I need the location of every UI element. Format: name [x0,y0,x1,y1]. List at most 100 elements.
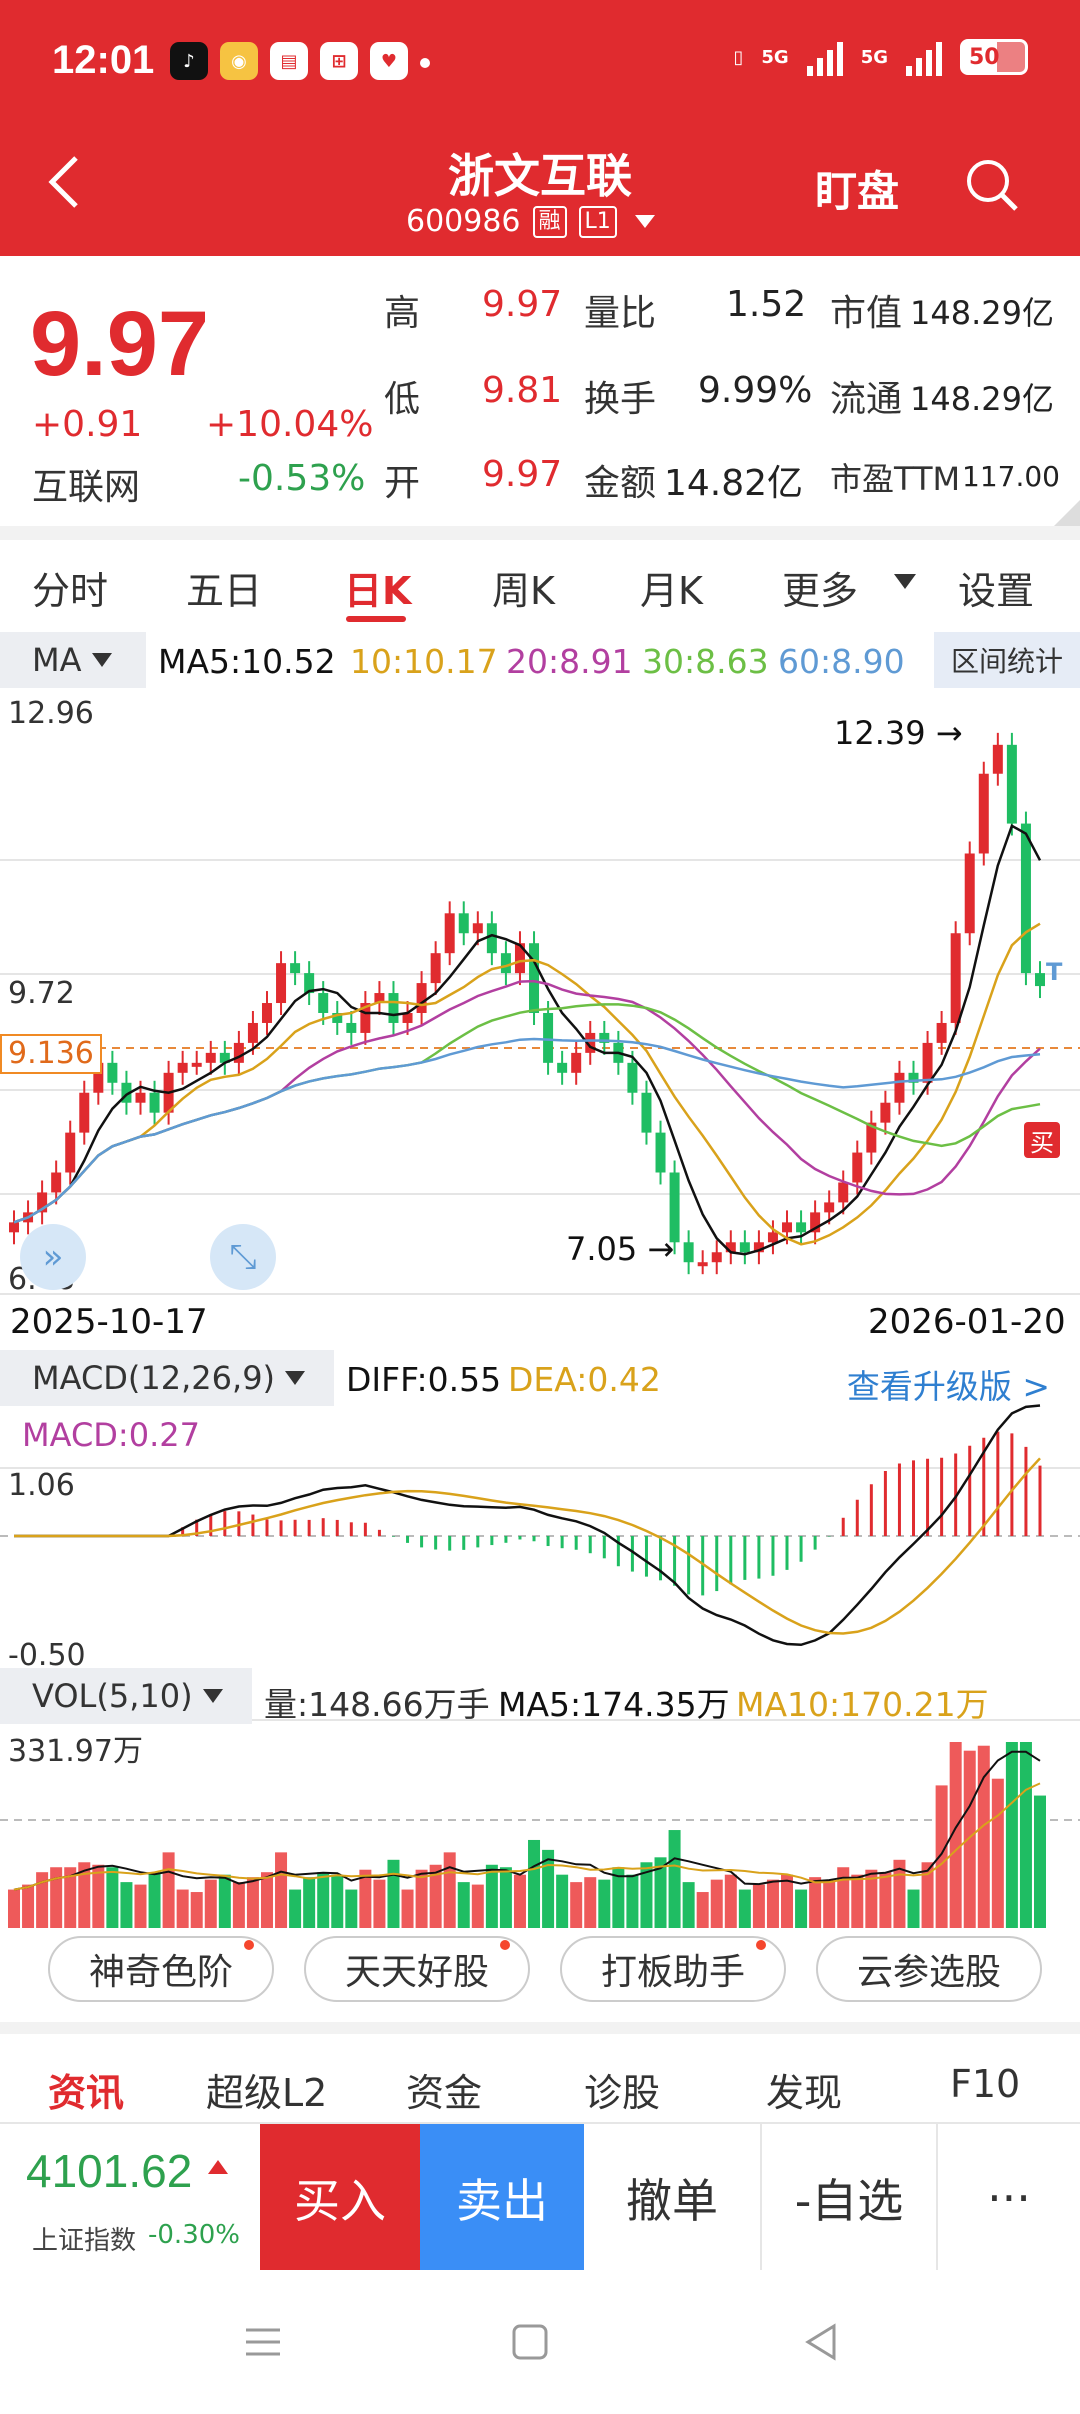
volume-y-top: 331.97万 [8,1734,143,1769]
candle-body [992,744,1003,774]
sector-name[interactable]: 互联网 [32,458,140,510]
tab-super-l2[interactable]: 超级L2 [206,2062,327,2117]
tab-monthly-k[interactable]: 月K [640,560,703,615]
tab-diagnosis[interactable]: 诊股 [584,2062,660,2117]
macd-selector[interactable]: MACD(12,26,9) [0,1350,334,1406]
cancel-order-button[interactable]: 撤单 [584,2124,762,2272]
volume-bar [471,1884,484,1928]
volume-bar [120,1882,133,1928]
chip-label: 神奇色阶 [88,1952,233,1993]
volume-bar [598,1879,611,1928]
expand-icon[interactable]: ⤡ [210,1224,276,1290]
tab-funds[interactable]: 资金 [406,2062,482,2117]
volume-bar [907,1889,920,1928]
volume-legend: VOL(5,10) 量:148.66万手 MA5:174.35万 MA10:17… [0,1668,1080,1724]
volume-bar [246,1877,259,1928]
system-nav-bar [0,2270,1080,2414]
tab-discover[interactable]: 发现 [766,2062,842,2117]
stat-label: 高 [384,293,421,334]
volume-bar [766,1879,779,1928]
tab-five-day[interactable]: 五日 [186,560,262,615]
volume-bar [8,1889,20,1928]
volume-bar [584,1877,597,1928]
ma20-value: 20:8.91 [506,642,633,681]
chip-color-scale[interactable]: 神奇色阶 [48,1936,274,2002]
stat-value: 1.52 [726,284,807,325]
tab-weekly-k[interactable]: 周K [492,560,555,615]
tab-intraday[interactable]: 分时 [32,560,108,615]
chevron-down-icon[interactable] [894,574,916,589]
candle-body [9,1222,19,1233]
tab-more[interactable]: 更多 [782,560,858,615]
volume-bar [668,1830,681,1928]
ma-selector[interactable]: MA [0,632,146,688]
date-end: 2026-01-20 [868,1302,1066,1342]
chip-label: 打板助手 [600,1952,745,1993]
chip-label: 天天好股 [344,1952,489,1993]
double-chevron-icon[interactable]: » [20,1224,86,1290]
system-icons: ▯ 5G 5G 50 [733,38,1028,76]
red-dot-icon [500,1940,510,1950]
last-price: 9.97 [30,293,210,395]
volume-selector[interactable]: VOL(5,10) [0,1668,252,1724]
battery-icon: 50 [960,39,1028,75]
tiktok-icon: ♪ [170,42,208,80]
active-tab-indicator [346,616,406,622]
volume-bar [218,1874,231,1928]
dea-value: DEA:0.42 [508,1360,661,1399]
stock-code-row[interactable]: 600986 融 L1 [406,204,655,239]
volume-bar [682,1882,695,1928]
candle-body [205,1052,216,1063]
candle-body [767,1232,778,1243]
volume-bar [232,1882,245,1928]
level-tag: L1 [578,205,617,238]
tab-settings[interactable]: 设置 [958,560,1034,615]
stat-label: 流通 [830,379,903,420]
chevron-down-icon[interactable] [634,215,655,228]
remove-watchlist-button[interactable]: -自选 [762,2124,938,2272]
kline-chart[interactable]: 12.96 9.72 6.48 9.136 12.39 → 7.05 → T 买… [0,688,1080,1928]
volume-bar [963,1750,976,1928]
volume-bar [781,1874,794,1928]
candle-body [978,773,989,854]
volume-bar [190,1892,203,1928]
tab-news[interactable]: 资讯 [48,2062,124,2117]
tab-f10[interactable]: F10 [950,2062,1020,2106]
buy-button[interactable]: 买入 [260,2124,420,2272]
tab-daily-k[interactable]: 日K [344,560,411,615]
chip-limit-up-helper[interactable]: 打板助手 [560,1936,786,2002]
index-change-pct: -0.30% [148,2220,240,2250]
volume-bar [148,1872,161,1928]
candle-body [683,1242,694,1263]
home-icon[interactable] [512,2324,548,2360]
candle-body [1006,744,1017,824]
watch-button[interactable]: 盯盘 [815,158,899,219]
more-button[interactable]: ··· [938,2124,1080,2272]
range-stat-button[interactable]: 区间统计 [934,632,1080,688]
expand-corner-icon[interactable] [1054,500,1080,526]
stat-label: 金额 [584,463,657,504]
candle-body [824,1202,835,1213]
candle-body [739,1242,750,1253]
chip-cloud-picker[interactable]: 云参选股 [816,1936,1042,2002]
red-dot-icon [756,1940,766,1950]
stat-label: 市盈TTM [830,460,961,498]
tool-chips: 神奇色阶 天天好股 打板助手 云参选股 [0,1930,1080,2020]
search-icon[interactable] [962,155,1022,215]
candle-body [543,1012,554,1063]
back-icon[interactable] [805,2323,836,2361]
low-value: 7.05 [566,1230,638,1268]
chip-daily-picks[interactable]: 天天好股 [304,1936,530,2002]
volume-bar [696,1892,709,1928]
volume-bar [373,1879,386,1928]
volume-bar [1019,1742,1032,1928]
menu-icon[interactable] [246,2328,280,2356]
buy-signal-badge[interactable]: 买 [1024,1122,1060,1158]
status-time: 12:01 [52,38,155,82]
upgrade-link[interactable]: 查看升级版 > [847,1360,1050,1408]
candle-body [641,1092,652,1133]
volume-bar [22,1884,35,1928]
sell-button[interactable]: 卖出 [420,2124,584,2272]
volume-bar [443,1852,456,1928]
candle-body [796,1222,807,1233]
